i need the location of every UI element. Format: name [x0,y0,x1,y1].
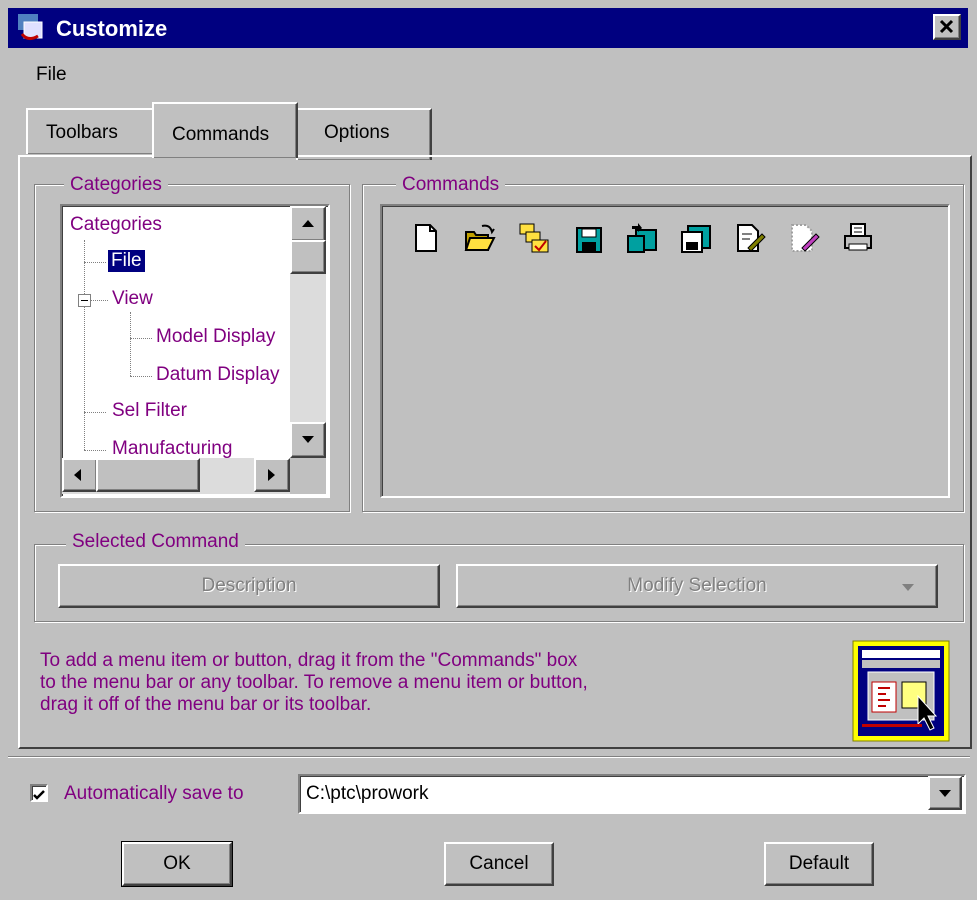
tree-line [90,300,108,301]
help-text-line: To add a menu item or button, drag it fr… [40,650,578,671]
drag-illustration-icon [852,640,950,742]
tree-item-model-display[interactable]: Model Display [156,326,275,348]
left-arrow-icon [74,469,81,481]
tree-item-file[interactable]: File [108,250,145,272]
tree-line [130,338,152,339]
tab-toolbars-label: Toolbars [46,122,118,143]
menu-file-label: File [36,64,67,85]
horizontal-scroll-thumb[interactable] [96,458,200,492]
tab-toolbars[interactable]: Toolbars [26,108,156,154]
down-arrow-icon [302,436,314,443]
app-icon [18,14,43,41]
erase-icon[interactable] [788,222,820,254]
dropdown-arrow-icon [902,584,914,591]
open-file-icon[interactable] [464,222,496,254]
tree-line [84,240,85,450]
scroll-right-button[interactable] [254,458,290,492]
default-button[interactable]: Default [764,842,874,886]
tab-options[interactable]: Options [296,108,432,160]
description-button[interactable]: Description [58,564,440,608]
tree-line [84,262,106,263]
tree-line [84,412,106,413]
modify-selection-label: Modify Selection [627,575,767,596]
tree-item-categories[interactable]: Categories [70,214,162,236]
help-text-line: to the menu bar or any toolbar. To remov… [40,672,588,693]
description-button-label: Description [201,575,297,596]
autosave-label: Automatically save to [64,783,244,804]
title-bar: Customize [8,8,968,48]
selected-command-group-label: Selected Command [66,531,245,553]
select-working-directory-icon[interactable] [518,222,550,254]
up-arrow-icon [302,220,314,227]
tree-line [130,312,131,376]
dropdown-arrow-icon [939,790,951,797]
cancel-button[interactable]: Cancel [444,842,554,886]
default-button-label: Default [788,853,850,874]
tree-item-view[interactable]: View [112,288,153,310]
close-icon [939,19,954,34]
modify-selection-button[interactable]: Modify Selection [456,564,938,608]
autosave-path-combo[interactable]: C:\ptc\prowork [298,774,966,814]
rename-icon[interactable] [734,222,766,254]
tab-commands-label: Commands [172,124,270,145]
menu-file[interactable]: File [36,64,67,86]
horizontal-scrollbar[interactable] [62,458,290,494]
tab-commands[interactable]: Commands [152,102,298,158]
print-icon[interactable] [842,222,874,254]
autosave-checkbox[interactable] [30,784,48,802]
tab-options-label: Options [324,122,390,143]
window-title: Customize [56,16,168,41]
tree-line [84,450,106,451]
right-arrow-icon [268,469,275,481]
scroll-thumb[interactable] [290,240,326,274]
tree-item-manufacturing[interactable]: Manufacturing [112,438,232,458]
save-a-copy-icon[interactable] [626,222,658,254]
help-text-line: drag it off of the menu bar or its toolb… [40,694,372,715]
categories-group-label: Categories [64,174,168,196]
tree-item-sel-filter[interactable]: Sel Filter [112,400,187,422]
ok-button[interactable]: OK [121,841,233,887]
backup-icon[interactable] [680,222,712,254]
vertical-scrollbar[interactable] [290,206,326,458]
checkmark-icon [33,790,45,800]
scroll-corner [290,458,326,494]
tree-line [130,376,152,377]
commands-box[interactable] [380,204,950,498]
new-file-icon[interactable] [410,222,442,254]
commands-group-label: Commands [396,174,506,196]
save-icon[interactable] [572,222,604,254]
separator [8,756,970,758]
help-text: To add a menu item or button, drag it fr… [40,650,588,716]
ok-button-label: OK [163,853,191,874]
scroll-up-button[interactable] [290,206,326,242]
cancel-button-label: Cancel [469,853,529,874]
categories-tree[interactable]: Categories File View Model Display Datum… [60,204,330,498]
tree-item-datum-display[interactable]: Datum Display [156,364,280,386]
scroll-down-button[interactable] [290,422,326,458]
close-button[interactable] [933,14,961,40]
autosave-path-input[interactable]: C:\ptc\prowork [306,783,428,805]
autosave-dropdown-button[interactable] [928,776,962,810]
scroll-left-button[interactable] [62,458,98,492]
